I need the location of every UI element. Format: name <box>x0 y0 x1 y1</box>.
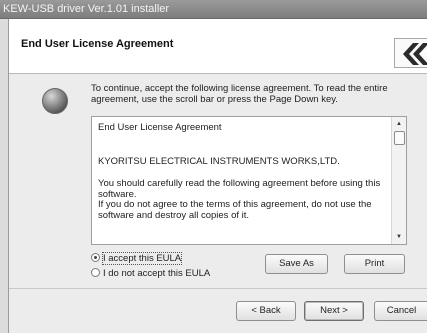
accept-eula-label[interactable]: I accept this EULA <box>101 252 183 265</box>
eula-company: KYORITSU ELECTRICAL INSTRUMENTS WORKS,LT… <box>98 155 340 167</box>
scroll-down-arrow-icon[interactable]: ▼ <box>392 230 406 244</box>
print-button[interactable]: Print <box>344 254 405 274</box>
footer-divider <box>9 288 427 289</box>
next-button[interactable]: Next > <box>304 301 364 321</box>
eula-content: End User License Agreement KYORITSU ELEC… <box>98 122 388 221</box>
content-area: To continue, accept the following licens… <box>9 74 427 287</box>
page-title: End User License Agreement <box>21 38 174 50</box>
kyoritsu-logo-icon <box>394 38 427 68</box>
save-as-button[interactable]: Save As <box>265 254 328 274</box>
window-title: KEW-USB driver Ver.1.01 installer <box>3 3 170 15</box>
accept-radio-icon[interactable] <box>91 253 100 262</box>
decline-radio-icon[interactable] <box>91 268 100 277</box>
header-panel: End User License Agreement <box>9 19 427 74</box>
decline-eula-label[interactable]: I do not accept this EULA <box>103 268 210 279</box>
cancel-button[interactable]: Cancel <box>374 301 427 321</box>
eula-heading: End User License Agreement <box>98 122 222 133</box>
eula-paragraph-2: If you do not agree to the terms of this… <box>98 199 372 221</box>
scroll-thumb[interactable] <box>394 131 405 145</box>
instruction-text: To continue, accept the following licens… <box>91 83 388 105</box>
eula-paragraph-1: You should carefully read the following … <box>98 178 381 200</box>
scroll-up-arrow-icon[interactable]: ▲ <box>392 117 406 131</box>
back-button[interactable]: < Back <box>236 301 296 321</box>
eula-scrollbar[interactable]: ▲ ▼ <box>391 117 406 244</box>
decline-eula-option[interactable]: I do not accept this EULA <box>91 267 210 281</box>
accept-eula-option[interactable]: I accept this EULA <box>91 252 183 266</box>
installer-window: End User License Agreement To continue, … <box>8 19 427 333</box>
eula-text-box[interactable]: End User License Agreement KYORITSU ELEC… <box>91 116 407 245</box>
title-bar: KEW-USB driver Ver.1.01 installer <box>0 0 427 19</box>
globe-icon <box>42 88 68 114</box>
